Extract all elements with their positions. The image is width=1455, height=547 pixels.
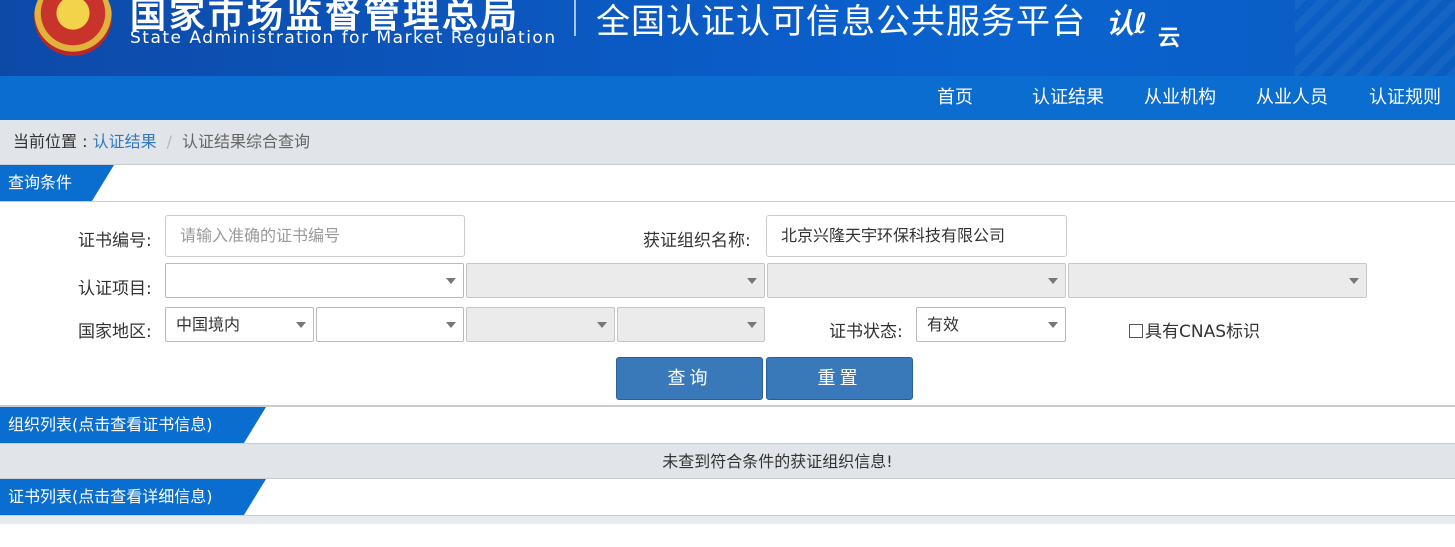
reset-button[interactable]: 重置 <box>766 357 913 400</box>
breadcrumb-current: 认证结果综合查询 <box>181 132 310 151</box>
breadcrumb: 当前位置 : 认证结果 / 认证结果综合查询 <box>0 120 1455 164</box>
platform-title: 全国认证认可信息公共服务平台 <box>596 2 1086 42</box>
region-select-4[interactable] <box>617 307 765 342</box>
org-list-title: 组织列表(点击查看证书信息) <box>0 407 266 443</box>
org-name-label: 获证组织名称: <box>643 231 751 251</box>
chevron-down-icon <box>446 278 456 284</box>
status-select-value: 有效 <box>927 315 960 334</box>
cert-item-select-4[interactable] <box>1068 263 1367 298</box>
query-form: 证书编号: 请输入准确的证书编号 获证组织名称: 北京兴隆天宇环保科技有限公司 … <box>0 202 1455 405</box>
query-section-header: 查询条件 <box>0 164 1455 202</box>
cert-no-label: 证书编号: <box>78 231 152 251</box>
header-decoration <box>1295 0 1455 76</box>
org-name-input[interactable]: 北京兴隆天宇环保科技有限公司 <box>766 215 1067 257</box>
region-select-1-value: 中国境内 <box>176 315 241 334</box>
agency-name-en: State Administration for Market Regulati… <box>130 28 557 48</box>
nav-item-cert-results[interactable]: 认证结果 <box>1032 76 1104 120</box>
header-divider <box>574 0 576 36</box>
nav-item-institutions[interactable]: 从业机构 <box>1144 76 1216 120</box>
cnas-checkbox-field[interactable]: 具有CNAS标识 <box>1129 317 1260 342</box>
site-header: 国家市场监督管理总局 State Administration for Mark… <box>0 0 1455 76</box>
national-emblem-icon <box>34 0 112 56</box>
nav-item-home[interactable]: 首页 <box>937 76 973 120</box>
cert-item-label: 认证项目: <box>78 279 152 299</box>
status-select[interactable]: 有效 <box>916 307 1066 342</box>
cert-item-select-2[interactable] <box>466 263 765 298</box>
nav-item-personnel[interactable]: 从业人员 <box>1256 76 1328 120</box>
cert-item-select-3[interactable] <box>767 263 1066 298</box>
cert-list-body <box>0 516 1455 524</box>
chevron-down-icon <box>296 322 306 328</box>
logo-text: 认 <box>1106 7 1135 40</box>
chevron-down-icon <box>747 322 757 328</box>
org-list-empty-message: 未查到符合条件的获证组织信息! <box>0 444 1455 479</box>
chevron-down-icon <box>1349 278 1359 284</box>
status-label: 证书状态: <box>829 322 903 342</box>
cnas-checkbox[interactable] <box>1129 324 1143 338</box>
nav-item-cert-rules[interactable]: 认证规则 <box>1369 76 1441 120</box>
region-select-2[interactable] <box>316 307 464 342</box>
chevron-down-icon <box>747 278 757 284</box>
cnas-checkbox-label: 具有CNAS标识 <box>1145 322 1261 342</box>
region-label: 国家地区: <box>78 322 152 342</box>
breadcrumb-link-cert-results[interactable]: 认证结果 <box>93 132 157 151</box>
renzhengyun-logo: 认ℓ <box>1106 7 1148 40</box>
chevron-down-icon <box>446 322 456 328</box>
cert-no-input[interactable]: 请输入准确的证书编号 <box>165 215 465 257</box>
cert-list-section-header: 证书列表(点击查看详细信息) <box>0 479 1455 516</box>
chevron-down-icon <box>1048 322 1058 328</box>
logo-sub-text: 云 <box>1158 26 1181 51</box>
breadcrumb-prefix: 当前位置 : <box>13 132 93 151</box>
search-button[interactable]: 查询 <box>616 357 763 400</box>
chevron-down-icon <box>597 322 607 328</box>
query-section-title: 查询条件 <box>0 165 114 201</box>
main-nav: 首页 认证结果 从业机构 从业人员 认证规则 <box>0 76 1455 120</box>
breadcrumb-separator: / <box>166 132 172 151</box>
chevron-down-icon <box>1048 278 1058 284</box>
org-list-section-header: 组织列表(点击查看证书信息) <box>0 405 1455 444</box>
cert-item-select-1[interactable] <box>165 263 464 298</box>
region-select-3[interactable] <box>466 307 615 342</box>
cert-list-title: 证书列表(点击查看详细信息) <box>0 479 266 515</box>
region-select-1[interactable]: 中国境内 <box>165 307 314 342</box>
